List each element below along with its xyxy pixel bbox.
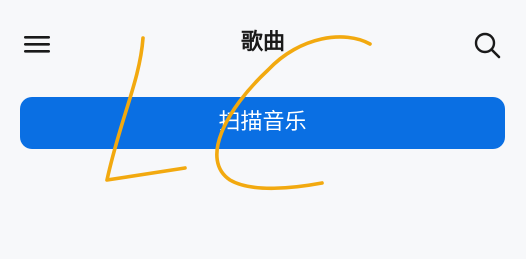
page-title: 歌曲 (240, 30, 285, 55)
scan-music-button[interactable]: 扫描音乐 (20, 97, 505, 149)
search-icon (474, 32, 501, 59)
search-button[interactable] (470, 28, 504, 62)
app-window: 歌曲 扫描音乐 (0, 0, 526, 259)
top-app-bar: 歌曲 (0, 0, 526, 88)
